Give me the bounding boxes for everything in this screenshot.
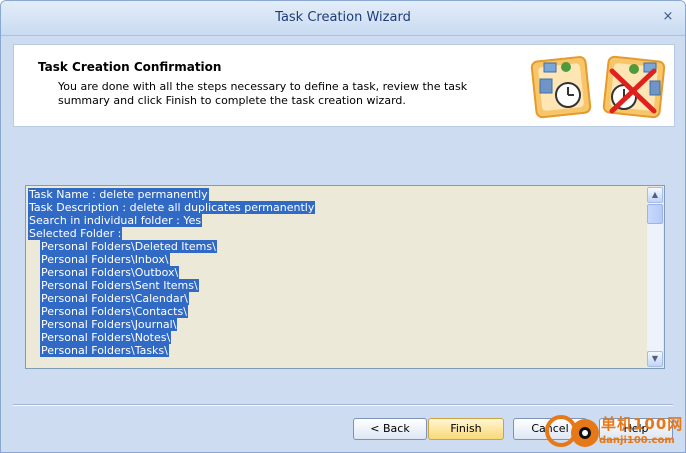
title-bar: Task Creation Wizard ×: [1, 1, 685, 36]
summary-line: Selected Folder :: [28, 227, 315, 240]
summary-line: Personal Folders\Calendar\: [28, 292, 315, 305]
summary-line: Personal Folders\Contacts\: [28, 305, 315, 318]
divider: [13, 404, 673, 406]
back-button[interactable]: < Back: [353, 418, 427, 440]
summary-line: Personal Folders\Sent Items\: [28, 279, 315, 292]
window-title: Task Creation Wizard: [275, 10, 411, 25]
finish-button[interactable]: Finish: [428, 418, 504, 440]
task-summary-textbox[interactable]: Task Name : delete permanently Task Descr…: [25, 185, 665, 369]
watermark-url: danji100.com: [599, 435, 675, 446]
scroll-up-icon[interactable]: ▲: [647, 187, 663, 203]
scroll-thumb[interactable]: [647, 204, 663, 224]
summary-line-text: Task Description : delete all duplicates…: [28, 201, 316, 214]
wizard-graphic-icon: [530, 55, 666, 119]
summary-lines: Task Name : delete permanently Task Descr…: [28, 188, 316, 357]
page-title: Task Creation Confirmation: [38, 60, 222, 74]
summary-line-text: Personal Folders\Calendar\: [40, 292, 189, 305]
summary-line: Personal Folders\Inbox\: [28, 253, 315, 266]
page-description: You are done with all the steps necessar…: [58, 80, 468, 107]
vertical-scrollbar[interactable]: ▲ ▼: [647, 187, 663, 367]
close-icon[interactable]: ×: [659, 8, 677, 26]
summary-line-text: Personal Folders\Contacts\: [40, 305, 188, 318]
summary-line-text: Selected Folder :: [28, 227, 123, 240]
summary-line-text: Task Name : delete permanently: [28, 188, 209, 201]
summary-line: Personal Folders\Deleted Items\: [28, 240, 315, 253]
summary-line: Personal Folders\Tasks\: [28, 344, 315, 357]
summary-line-text: Personal Folders\Notes\: [40, 331, 172, 344]
summary-line-text: Personal Folders\Journal\: [40, 318, 178, 331]
summary-line-text: Personal Folders\Inbox\: [40, 253, 170, 266]
summary-line-text: Personal Folders\Tasks\: [40, 344, 169, 357]
summary-line: Personal Folders\Journal\: [28, 318, 315, 331]
summary-line-text: Personal Folders\Sent Items\: [40, 279, 199, 292]
summary-line: Task Name : delete permanently: [28, 188, 315, 201]
summary-line-text: Personal Folders\Deleted Items\: [40, 240, 217, 253]
summary-line: Task Description : delete all duplicates…: [28, 201, 316, 214]
summary-line-text: Personal Folders\Outbox\: [40, 266, 180, 279]
summary-line-text: Search in individual folder : Yes: [28, 214, 203, 227]
wizard-window: Task Creation Wizard × Task Creation Con…: [0, 0, 686, 453]
summary-line: Personal Folders\Outbox\: [28, 266, 315, 279]
scroll-down-icon[interactable]: ▼: [647, 351, 663, 367]
watermark-text: 单机100网: [601, 415, 684, 433]
header-panel: Task Creation Confirmation You are done …: [13, 44, 675, 127]
summary-line: Personal Folders\Notes\: [28, 331, 315, 344]
summary-line: Search in individual folder : Yes: [28, 214, 315, 227]
